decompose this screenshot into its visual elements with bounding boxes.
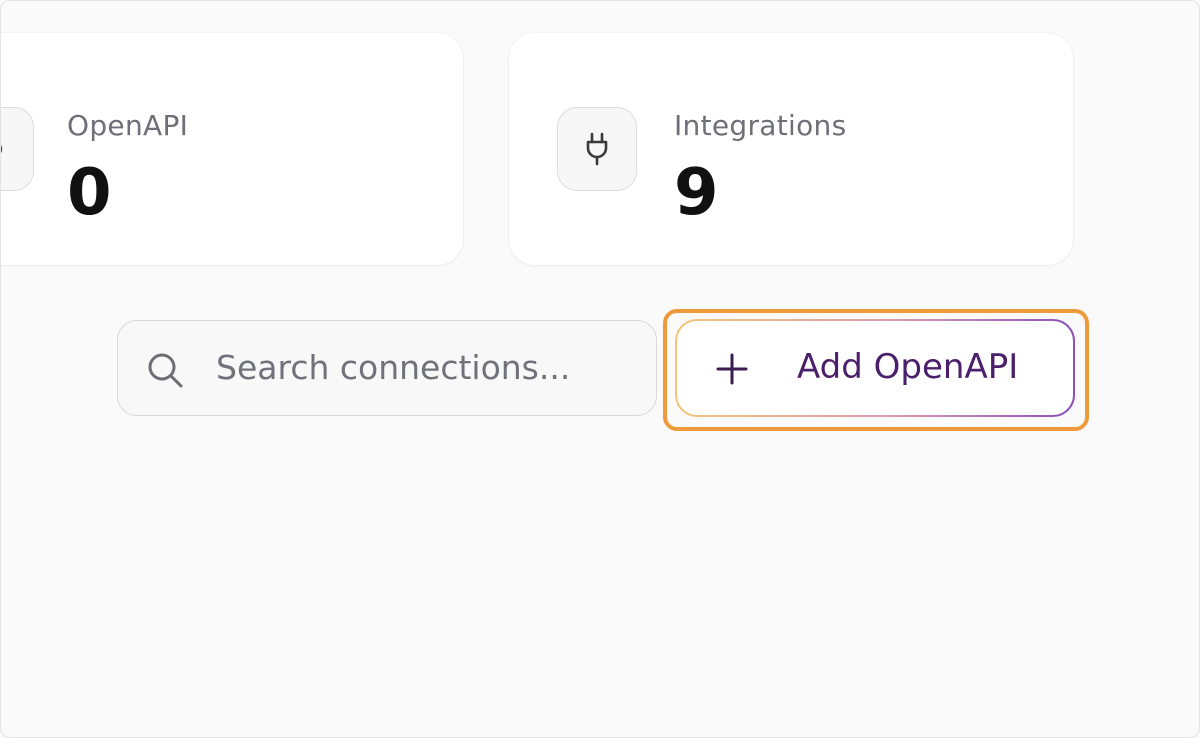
openapi-icon bbox=[1, 107, 34, 191]
plus-icon bbox=[716, 353, 748, 385]
search-icon bbox=[148, 353, 183, 388]
integrations-stat-value: 9 bbox=[674, 156, 719, 230]
plug-icon bbox=[557, 107, 637, 191]
integrations-stat-card: Integrations 9 bbox=[509, 33, 1073, 265]
integrations-stat-label: Integrations bbox=[674, 109, 847, 142]
add-openapi-label: Add OpenAPI bbox=[797, 347, 1019, 387]
add-openapi-button[interactable]: Add OpenAPI bbox=[675, 319, 1075, 417]
openapi-stat-label: OpenAPI bbox=[67, 109, 189, 142]
connections-panel: OpenAPI 0 Integrations 9 Add OpenAPI bbox=[0, 0, 1200, 738]
search-input[interactable] bbox=[216, 321, 636, 414]
search-box[interactable] bbox=[117, 320, 657, 416]
openapi-stat-value: 0 bbox=[67, 156, 112, 230]
openapi-stat-card: OpenAPI 0 bbox=[1, 33, 463, 265]
